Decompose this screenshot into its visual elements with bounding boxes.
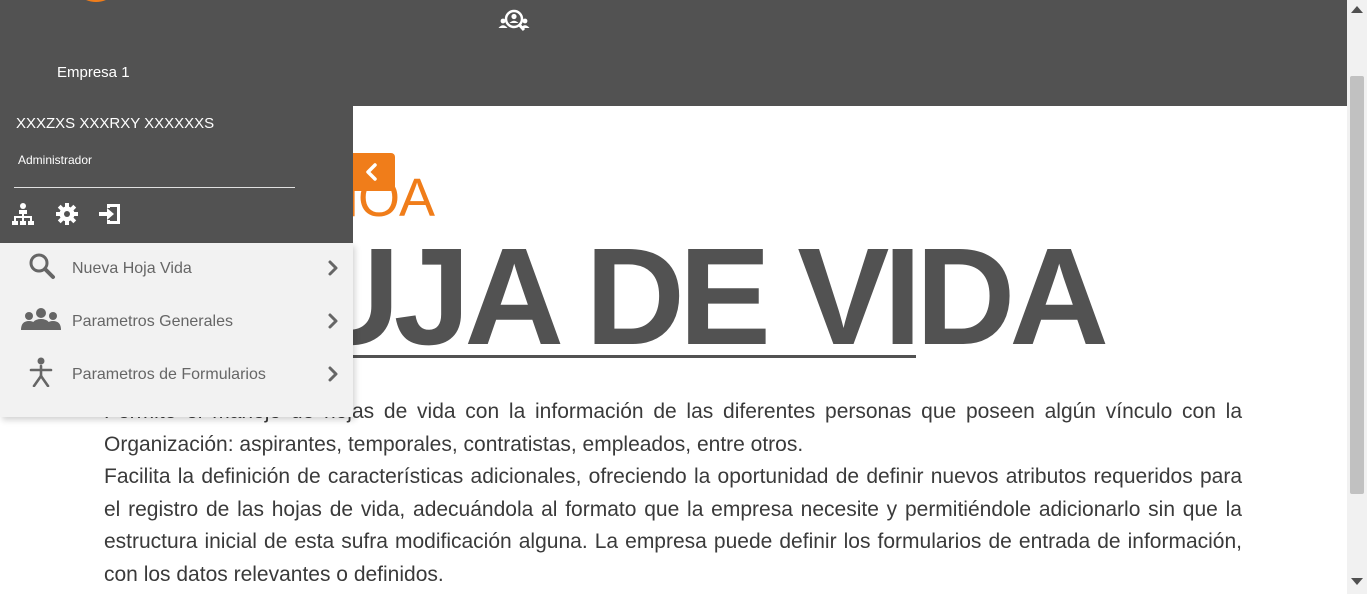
chevron-right-icon xyxy=(328,260,338,276)
menu-item-label: Parametros Generales xyxy=(72,313,233,330)
menu-item-label: Parametros de Formularios xyxy=(72,366,266,383)
people-search-icon[interactable] xyxy=(497,8,531,34)
chevron-left-icon xyxy=(366,163,377,181)
sidebar-menu: Nueva Hoja Vida Parametros Generales Par… xyxy=(0,243,353,417)
divider xyxy=(14,187,295,188)
search-icon xyxy=(29,253,55,279)
description-paragraph-2: Facilita la definición de característica… xyxy=(104,465,1242,586)
logout-icon[interactable] xyxy=(98,202,122,226)
user-panel: XXXZXS XXXRXY XXXXXXS Administrador xyxy=(0,106,353,243)
gear-icon[interactable] xyxy=(55,202,79,226)
module-description: Permite el manejo de hojas de vida con l… xyxy=(104,396,1242,591)
menu-item-nueva-hoja-vida[interactable]: Nueva Hoja Vida xyxy=(0,243,353,296)
page-title: UJA DE VIDA xyxy=(300,220,1109,374)
user-role: Administrador xyxy=(18,153,93,167)
top-bar: Empresa 1 xyxy=(0,0,1347,106)
page-scrollbar[interactable] xyxy=(1347,0,1367,594)
user-name: XXXZXS XXXRXY XXXXXXS xyxy=(16,115,215,132)
chevron-right-icon xyxy=(328,313,338,329)
menu-item-label: Nueva Hoja Vida xyxy=(72,260,192,277)
collapse-sidebar-button[interactable] xyxy=(353,153,395,191)
scroll-down-icon[interactable] xyxy=(1351,578,1363,585)
title-underline xyxy=(300,355,916,358)
org-chart-icon[interactable] xyxy=(11,202,35,226)
chevron-right-icon xyxy=(328,366,338,382)
logo[interactable] xyxy=(70,0,122,2)
person-icon xyxy=(29,357,53,387)
scroll-up-icon[interactable] xyxy=(1351,6,1363,13)
menu-item-parametros-generales[interactable]: Parametros Generales xyxy=(0,296,353,349)
people-group-icon xyxy=(21,308,61,330)
company-name[interactable]: Empresa 1 xyxy=(57,64,130,81)
scrollbar-thumb[interactable] xyxy=(1350,76,1364,494)
menu-item-parametros-formularios[interactable]: Parametros de Formularios xyxy=(0,349,353,402)
